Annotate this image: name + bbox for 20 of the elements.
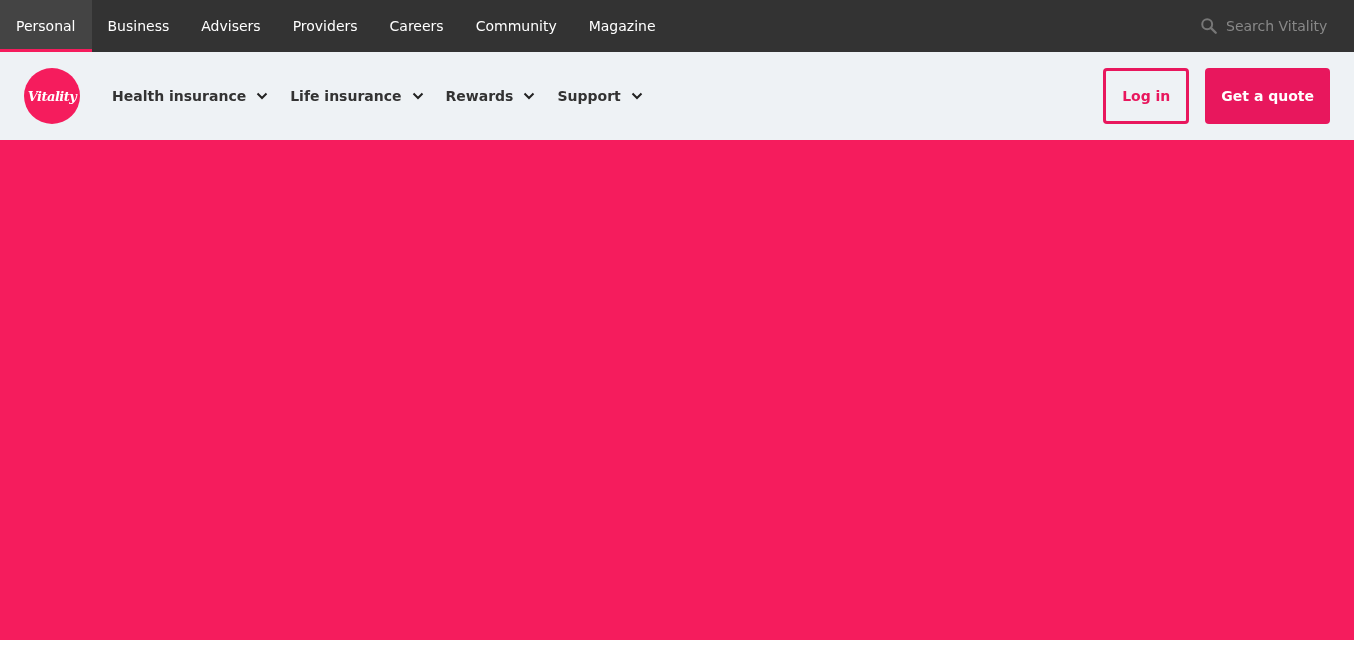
- nav-menu-item[interactable]: Life insurance: [290, 88, 424, 104]
- chevron-down-icon: [411, 92, 424, 100]
- chevron-down-icon: [630, 92, 643, 100]
- search-field[interactable]: Search Vitality: [1226, 18, 1338, 34]
- logo[interactable]: Vitality: [24, 68, 80, 124]
- site-tab[interactable]: Advisers: [185, 0, 277, 52]
- nav-menu-item[interactable]: Support: [557, 88, 643, 104]
- nav-menu-item[interactable]: Health insurance: [112, 88, 269, 104]
- login-button[interactable]: Log in: [1103, 68, 1190, 124]
- quote-button[interactable]: Get a quote: [1205, 68, 1330, 124]
- search-icon: [1200, 17, 1218, 35]
- site-tab[interactable]: Personal: [0, 0, 92, 52]
- site-tab[interactable]: Magazine: [572, 0, 672, 52]
- site-tab[interactable]: Careers: [373, 0, 460, 52]
- chevron-down-icon: [523, 92, 536, 100]
- nav-menu-item[interactable]: Rewards: [445, 88, 536, 104]
- site-tab[interactable]: Providers: [276, 0, 374, 52]
- chevron-down-icon: [256, 92, 269, 100]
- site-tab[interactable]: Business: [91, 0, 186, 52]
- site-tab[interactable]: Community: [459, 0, 573, 52]
